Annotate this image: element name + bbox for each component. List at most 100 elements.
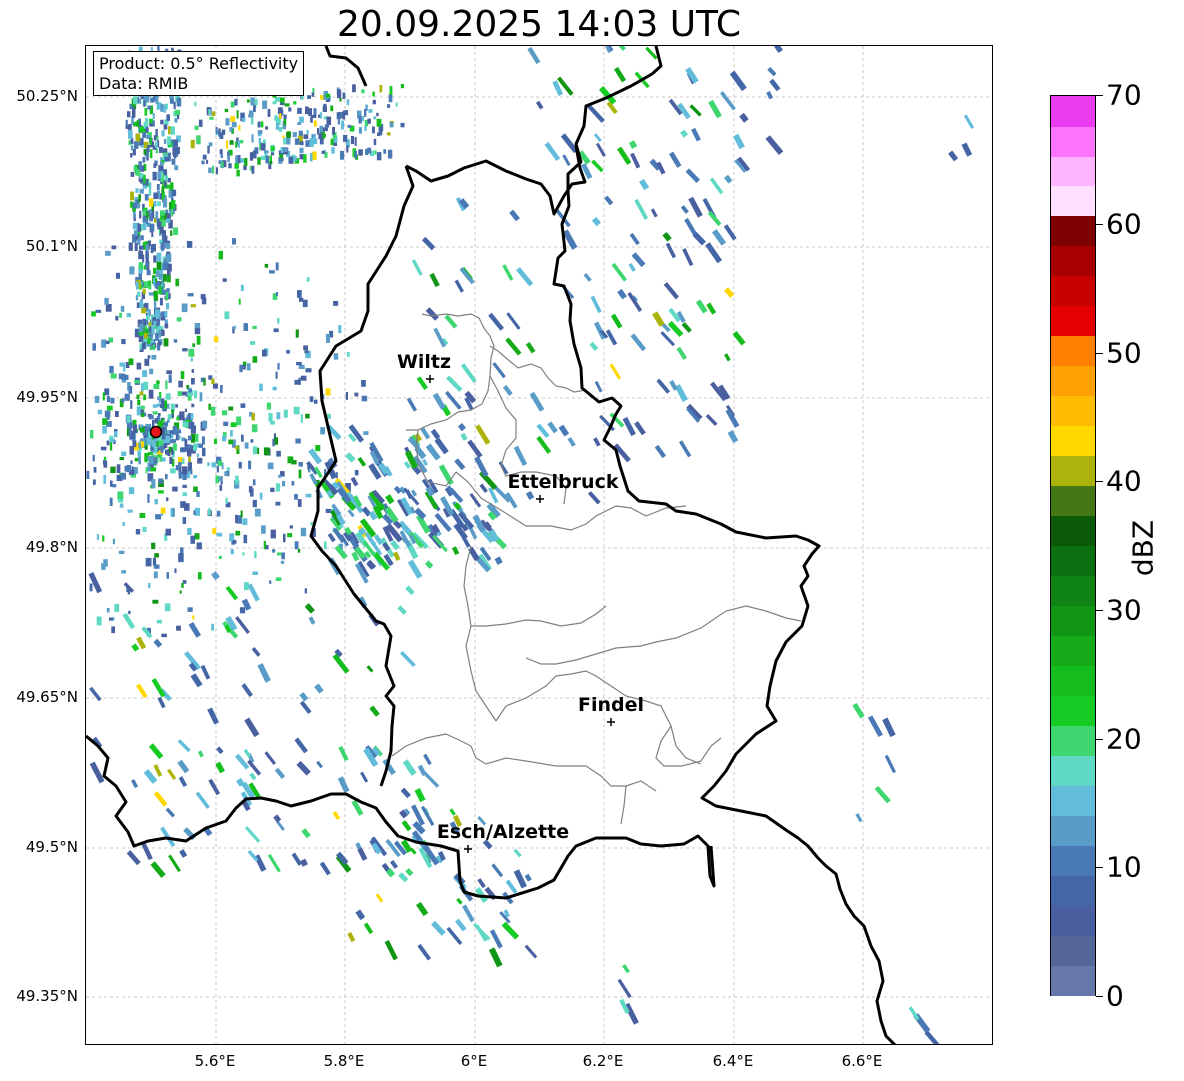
echo-cell [251,134,254,143]
echo-cell [319,861,331,876]
echo-cell [260,121,264,128]
echo-cell [159,454,163,462]
echo-cell [250,439,254,443]
echo-cell [609,363,622,380]
echo-cell [279,154,283,159]
echo-cell [132,148,136,156]
echo-cell [121,339,126,345]
echo-cell [358,127,362,134]
echo-cell [766,91,774,100]
echo-cell [102,460,107,465]
echo-cell [289,525,293,529]
radar-map[interactable] [85,45,993,1045]
echo-cell [181,303,188,313]
echo-cell [172,146,176,155]
echo-cell [105,340,110,345]
echo-cell [267,109,271,117]
echo-cell [174,165,179,171]
echo-cell [172,443,177,451]
echo-cell [152,344,156,350]
echo-cell [330,138,334,146]
city-label-wiltz: Wiltz [396,351,452,373]
echo-cell [243,323,248,331]
echo-cell [156,321,159,327]
echo-cell [193,443,198,451]
echo-cell [298,364,305,369]
colorbar-segment [1051,785,1095,816]
echo-cell [629,232,640,246]
echo-cell [639,178,650,191]
colorbar-segment [1051,305,1095,337]
echo-cell [275,577,282,581]
echo-cell [249,152,253,161]
echo-cell [242,365,246,370]
echo-cell [652,311,665,327]
echo-cell [198,119,203,127]
echo-cell [167,136,171,145]
echo-cell [154,418,158,424]
echo-cell [145,178,149,186]
echo-cell [164,319,168,324]
echo-cell [654,444,667,459]
echo-cell [622,964,630,974]
city-label-esch-alzette: Esch/Alzette [436,821,570,843]
echo-cell [215,127,218,134]
echo-cell [283,148,288,152]
echo-cell [327,413,331,419]
echo-cell [393,551,401,562]
echo-cell [138,455,141,465]
echo-cell [115,411,119,417]
echo-cell [165,242,171,250]
echo-cell [388,94,393,103]
echo-cell [194,101,197,107]
echo-cell [230,422,237,428]
echo-cell [106,396,110,403]
echo-cell [173,227,179,235]
echo-cell [154,447,158,455]
echo-cell [129,445,134,455]
echo-cell [669,151,682,168]
echo-cell [181,583,184,588]
echo-cell [249,772,257,781]
echo-cell [164,311,168,318]
echo-cell [377,132,381,137]
echo-cell [398,872,409,883]
echo-cell [269,270,275,274]
echo-cell [240,284,244,291]
echo-cell [103,559,108,567]
echo-cell [120,305,125,312]
echo-cell [112,538,115,545]
echo-cell [373,138,377,146]
echo-cell [225,585,239,601]
echo-cell [593,133,602,143]
echo-cell [171,200,176,209]
echo-cell [215,475,219,484]
echo-cell [347,509,355,518]
echo-cell [286,350,290,354]
echo-cell [332,811,341,820]
echo-cell [96,534,99,540]
echo-cell [233,325,237,330]
echo-cell [692,231,706,246]
echo-cell [144,358,150,366]
echo-cell [137,238,141,245]
colorbar-tick-label: 60 [1106,207,1142,241]
echo-cell [142,157,146,163]
city-label-ettelbruck: Ettelbruck [507,471,619,493]
echo-cell [304,588,307,594]
echo-cell [354,470,359,476]
echo-cell [462,904,475,923]
echo-cell [174,146,180,154]
echo-cell [433,327,446,348]
echo-cell [228,163,232,169]
echo-cell [361,380,366,387]
echo-cell [361,395,368,402]
echo-cell [172,486,178,492]
echo-cell [288,107,292,112]
echo-cell [414,787,426,803]
echo-cell [457,423,466,432]
echo-cell [196,542,202,550]
echo-cell [454,279,464,293]
echo-cell [139,513,146,518]
echo-cell [101,339,107,348]
